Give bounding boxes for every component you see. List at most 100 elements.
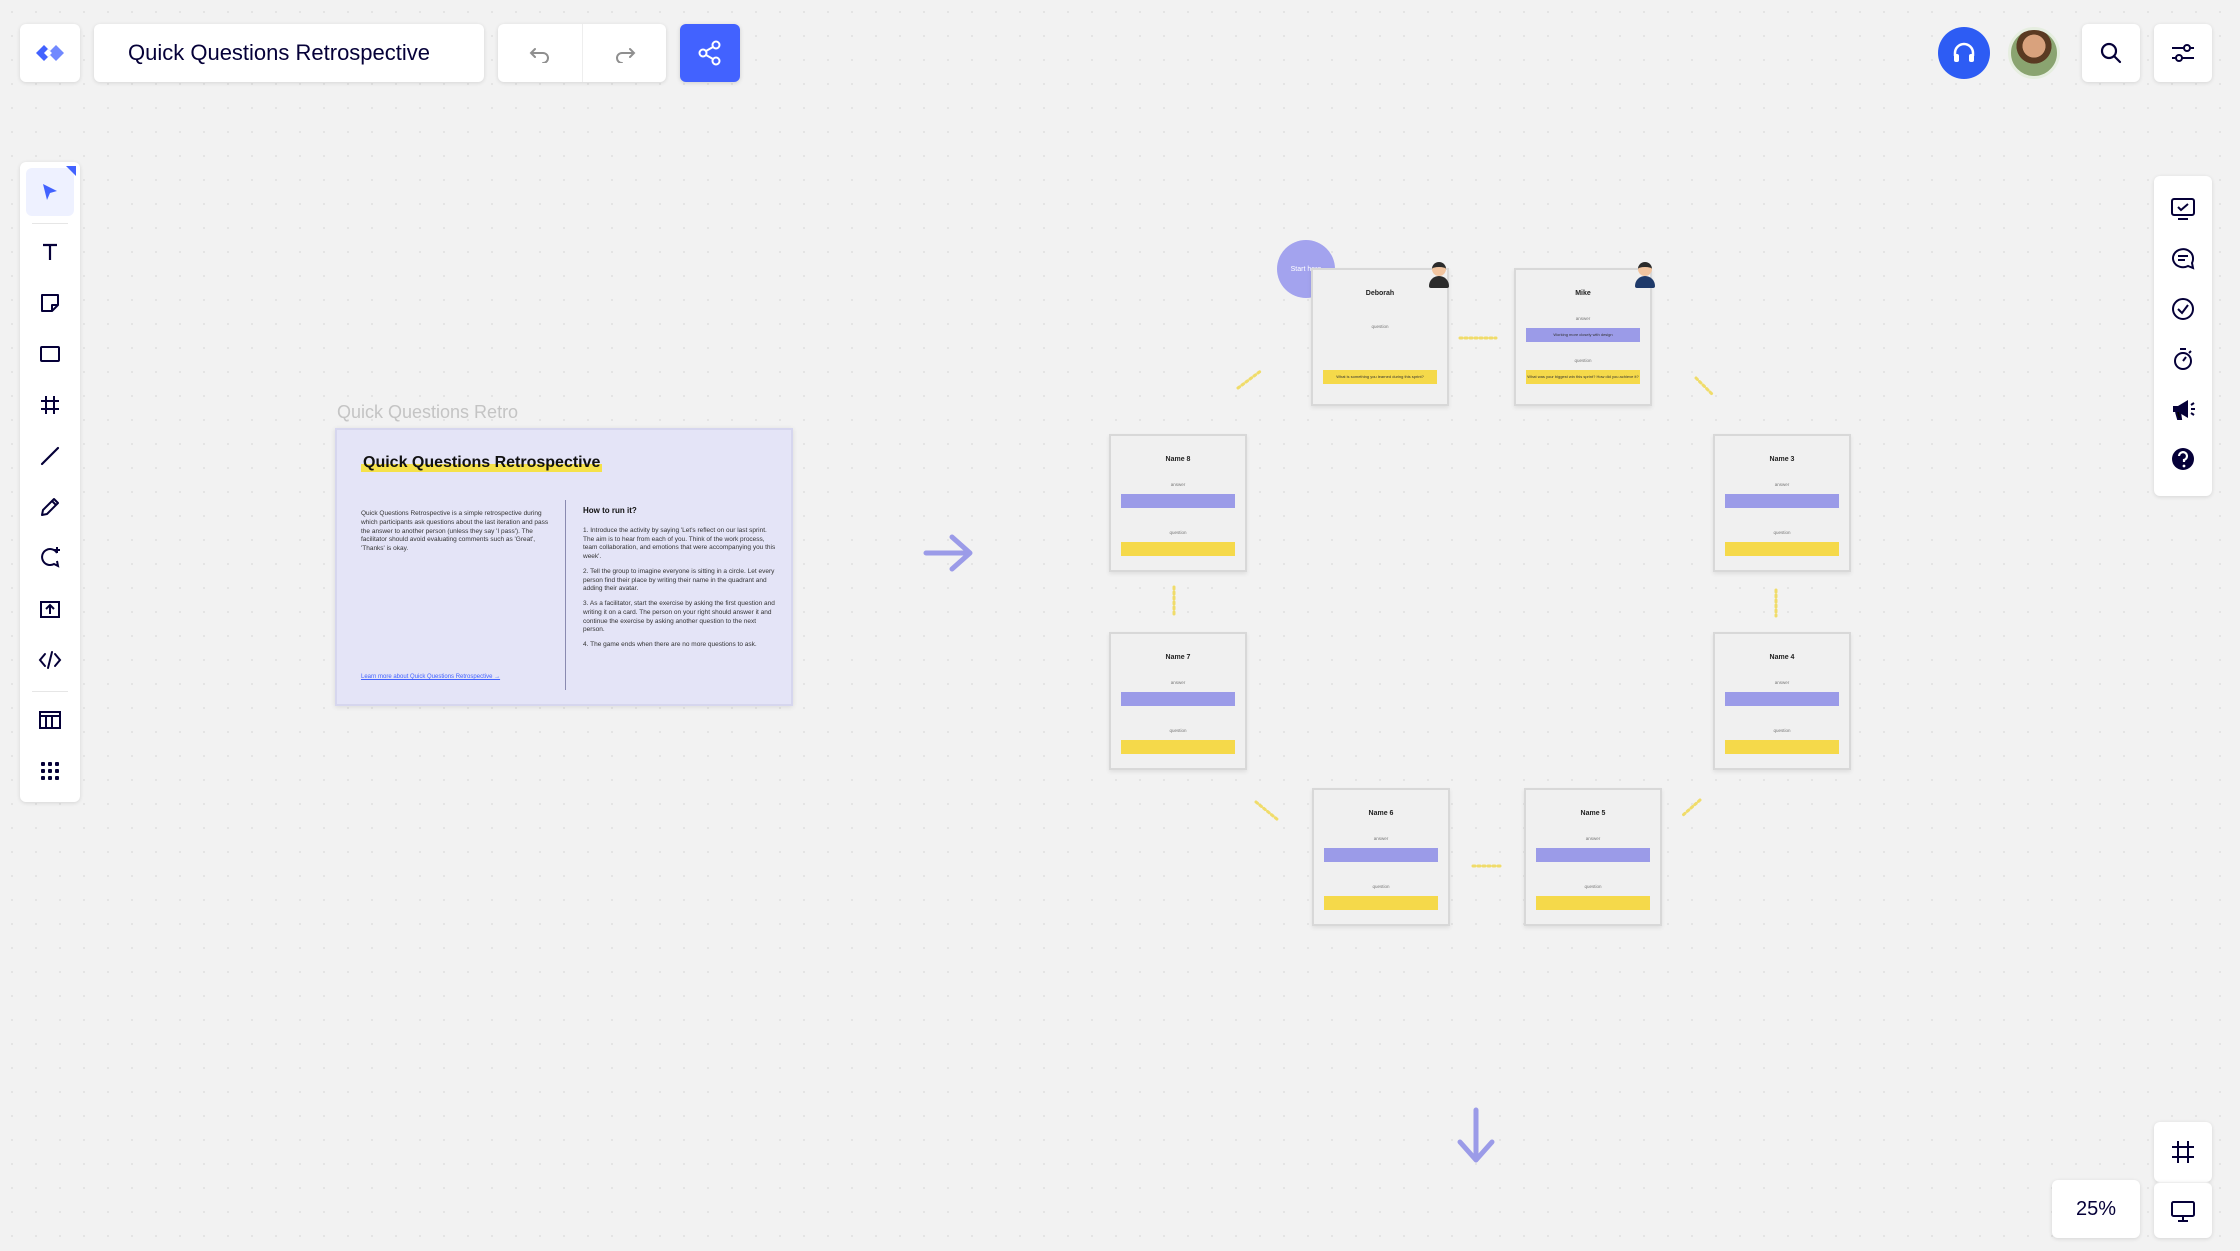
shape-tool[interactable] <box>26 330 74 378</box>
avatar-sticker[interactable] <box>1426 260 1452 288</box>
board-title-button[interactable]: Quick Questions Retrospective <box>94 24 484 82</box>
participant-name: Name 4 <box>1769 654 1795 661</box>
frame-icon <box>41 396 59 414</box>
participant-name: Name 7 <box>1165 654 1191 661</box>
avatar-sticker[interactable] <box>1632 260 1658 288</box>
megaphone-icon <box>2173 400 2195 420</box>
answer-label: answer <box>1170 482 1186 487</box>
participant-card[interactable]: Mike answer Working more closely with de… <box>1514 268 1652 406</box>
headphones-icon <box>1953 42 1975 62</box>
zoom-control[interactable]: 25% <box>2052 1180 2140 1238</box>
pen-icon <box>41 498 59 516</box>
question-label: question <box>1169 728 1187 733</box>
participant-card[interactable]: Name 3 answer question <box>1713 434 1851 572</box>
sticky-note-icon <box>41 294 59 312</box>
tasks-tool[interactable] <box>2159 284 2207 334</box>
redo-icon <box>615 48 635 63</box>
question-bar <box>1725 740 1839 754</box>
board-settings-button[interactable] <box>2154 24 2212 82</box>
talktrack-button[interactable] <box>1938 27 1990 79</box>
answer-label: answer <box>1774 680 1790 685</box>
board-arrows <box>923 336 1778 1163</box>
templates-icon <box>39 711 61 729</box>
right-arrow-icon <box>923 534 973 572</box>
redo-button[interactable] <box>582 24 666 82</box>
help-icon <box>2172 448 2194 470</box>
participant-name: Deborah <box>1365 290 1395 297</box>
comment-tool[interactable] <box>26 534 74 582</box>
share-button[interactable] <box>680 24 740 82</box>
cursor-arrow-icon <box>43 184 57 200</box>
question-label: question <box>1574 358 1592 363</box>
pen-tool[interactable] <box>26 483 74 531</box>
upload-icon <box>40 601 60 618</box>
chat-icon <box>2172 248 2195 270</box>
line-tool[interactable] <box>26 432 74 480</box>
comment-add-icon <box>41 547 60 568</box>
board-title: Quick Questions Retrospective <box>128 40 431 65</box>
select-tool[interactable] <box>26 166 76 216</box>
line-icon <box>40 446 60 466</box>
code-icon <box>38 651 62 669</box>
undo-icon <box>529 48 549 63</box>
timer-icon <box>2174 348 2192 370</box>
question-label: question <box>1773 530 1791 535</box>
embed-tool[interactable] <box>26 636 74 684</box>
toolbar-divider <box>32 223 68 224</box>
participant-name: Name 8 <box>1165 456 1191 463</box>
timer-tool[interactable] <box>2159 334 2207 384</box>
question-bar <box>1324 896 1438 910</box>
activity-tool[interactable] <box>2159 184 2207 234</box>
participant-card[interactable]: Name 7 answer question <box>1109 632 1247 770</box>
zoom-level: 25% <box>2075 1197 2117 1220</box>
participant-card[interactable]: Deborah question What is something you l… <box>1311 268 1449 406</box>
answer-bar <box>1121 692 1235 706</box>
down-arrow-icon <box>1457 1107 1495 1163</box>
search-icon <box>2100 42 2122 64</box>
participant-name: Name 3 <box>1769 456 1795 463</box>
participant-name: Name 6 <box>1368 810 1394 817</box>
board-check-icon <box>2171 198 2195 220</box>
frame-tool[interactable] <box>26 381 74 429</box>
answer-bar <box>1536 848 1650 862</box>
answer-label: answer <box>1585 836 1601 841</box>
templates-tool[interactable] <box>26 696 74 744</box>
miro-logo-icon <box>36 45 64 61</box>
question-bar <box>1536 896 1650 910</box>
presentation-button[interactable] <box>2154 1182 2212 1238</box>
upload-tool[interactable] <box>26 585 74 633</box>
help-tool[interactable] <box>2159 434 2207 484</box>
answer-label: answer <box>1373 836 1389 841</box>
question-label: question <box>1773 728 1791 733</box>
participant-card[interactable]: Name 8 answer question <box>1109 434 1247 572</box>
participant-name: Name 5 <box>1580 810 1606 817</box>
chat-tool[interactable] <box>2159 234 2207 284</box>
frames-button[interactable] <box>2154 1122 2212 1182</box>
answer-bar <box>1725 692 1839 706</box>
question-label: question <box>1371 324 1389 329</box>
left-toolbar <box>20 162 80 802</box>
undo-button[interactable] <box>498 24 582 82</box>
logo-button[interactable] <box>20 24 80 82</box>
participant-name: Mike <box>1575 290 1591 297</box>
text-tool[interactable] <box>26 228 74 276</box>
participant-card[interactable]: Name 6 answer question <box>1312 788 1450 926</box>
question-label: question <box>1169 530 1187 535</box>
answer-label: answer <box>1575 316 1591 321</box>
question-bar: What is something you learned during thi… <box>1323 370 1437 384</box>
answer-label: answer <box>1774 482 1790 487</box>
search-button[interactable] <box>2082 24 2140 82</box>
participant-card[interactable]: Name 5 answer question <box>1524 788 1662 926</box>
participant-card[interactable]: Name 4 answer question <box>1713 632 1851 770</box>
announcements-tool[interactable] <box>2159 384 2207 434</box>
frame-icon <box>2172 1141 2194 1163</box>
sticky-note-tool[interactable] <box>26 279 74 327</box>
more-apps-tool[interactable] <box>26 747 74 795</box>
toolbar-divider <box>32 691 68 692</box>
answer-label: answer <box>1170 680 1186 685</box>
question-label: question <box>1372 884 1390 889</box>
undo-redo-group <box>498 24 666 82</box>
sliders-icon <box>2172 44 2194 62</box>
question-bar <box>1121 740 1235 754</box>
user-avatar[interactable] <box>2008 27 2060 79</box>
